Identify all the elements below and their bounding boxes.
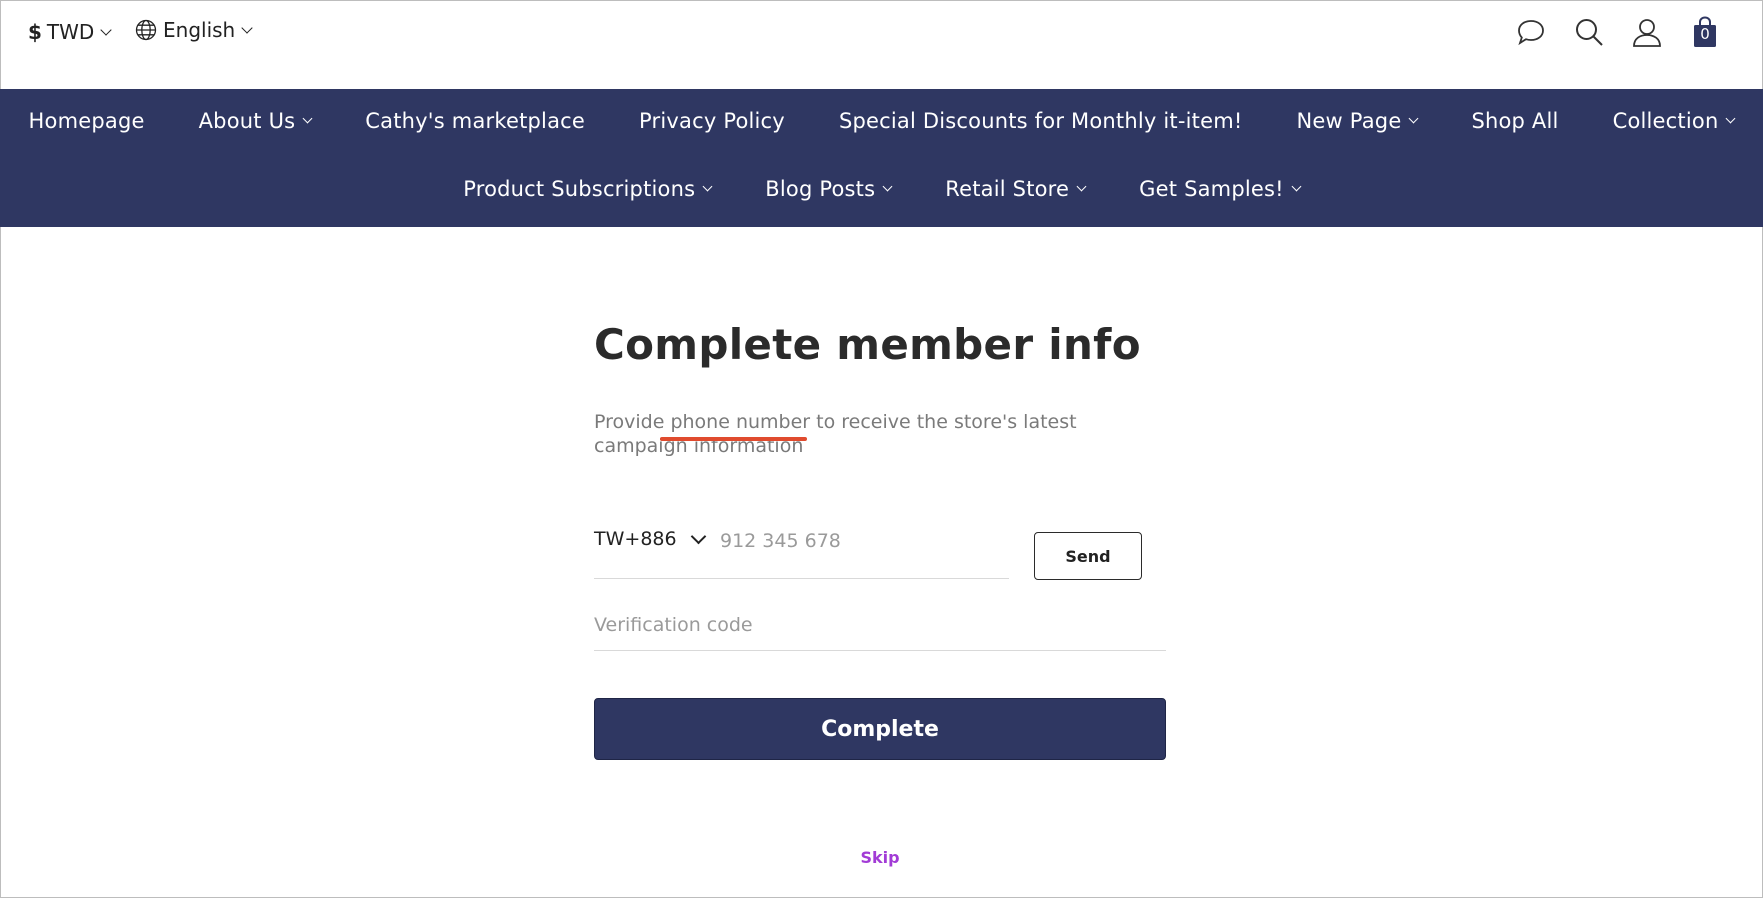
nav-item-label: Special Discounts for Monthly it-item!	[838, 109, 1243, 133]
nav-item-collection[interactable]: Collection	[1612, 109, 1736, 133]
cart-count-badge: 0	[1700, 25, 1710, 43]
nav-item-label: Blog Posts	[765, 177, 876, 201]
chat-icon[interactable]	[1513, 14, 1549, 50]
nav-item-privacy-policy[interactable]: Privacy Policy	[639, 109, 785, 133]
nav-item-label: Get Samples!	[1139, 177, 1284, 201]
search-icon[interactable]	[1571, 14, 1607, 50]
chevron-down-icon	[882, 181, 893, 192]
chevron-down-icon	[241, 21, 253, 34]
chevron-down-icon	[690, 528, 706, 545]
chevron-down-icon	[1726, 113, 1736, 124]
country-code-label: TW+886	[594, 528, 677, 550]
currency-symbol: $	[28, 20, 42, 44]
nav-item-label: Privacy Policy	[639, 109, 785, 133]
page-title: Complete member info	[594, 320, 1141, 369]
nav-item-label: New Page	[1296, 109, 1402, 133]
chevron-down-icon	[1408, 113, 1419, 124]
nav-item-special-discounts[interactable]: Special Discounts for Monthly it-item!	[839, 109, 1243, 133]
nav-item-cathys-marketplace[interactable]: Cathy's marketplace	[365, 109, 585, 133]
nav-item-retail-store[interactable]: Retail Store	[945, 177, 1087, 201]
country-code-selector[interactable]: TW+886	[594, 528, 706, 550]
nav-item-label: Collection	[1612, 109, 1719, 133]
annotation-underline	[660, 437, 807, 441]
skip-link[interactable]: Skip	[594, 848, 1166, 867]
globe-icon	[135, 19, 157, 41]
currency-selector[interactable]: $ TWD	[28, 20, 112, 44]
send-code-button[interactable]: Send	[1034, 532, 1142, 580]
complete-button[interactable]: Complete	[594, 698, 1166, 760]
language-selector[interactable]: English	[135, 18, 253, 42]
language-label: English	[163, 18, 236, 42]
member-info-form: Complete member info Provide phone numbe…	[594, 320, 1166, 867]
user-icon[interactable]	[1629, 14, 1665, 50]
nav-row-2: Product Subscriptions Blog Posts Retail …	[0, 177, 1763, 201]
phone-row: TW+886 Send	[594, 510, 1166, 580]
phone-input-underline	[594, 578, 1009, 579]
nav-item-get-samples[interactable]: Get Samples!	[1139, 177, 1302, 201]
chevron-down-icon	[1291, 181, 1302, 192]
chevron-down-icon	[302, 113, 313, 124]
nav-item-new-page[interactable]: New Page	[1296, 109, 1419, 133]
verification-code-input[interactable]	[594, 600, 1166, 651]
nav-item-shop-all[interactable]: Shop All	[1471, 109, 1558, 133]
nav-row-1: Homepage About Us Cathy's marketplace Pr…	[0, 109, 1763, 133]
header-icons: 0	[1491, 14, 1723, 50]
currency-label: TWD	[46, 20, 95, 44]
nav-item-label: Homepage	[28, 109, 145, 133]
chevron-down-icon	[100, 23, 112, 36]
main-navigation: Homepage About Us Cathy's marketplace Pr…	[0, 89, 1763, 227]
chevron-down-icon	[1076, 181, 1087, 192]
nav-item-label: Shop All	[1471, 109, 1559, 133]
nav-item-label: Retail Store	[945, 177, 1070, 201]
phone-number-input[interactable]	[718, 522, 1002, 560]
nav-item-blog-posts[interactable]: Blog Posts	[765, 177, 893, 201]
form-description: Provide phone number to receive the stor…	[594, 411, 1077, 457]
nav-item-label: Product Subscriptions	[463, 177, 696, 201]
nav-item-homepage[interactable]: Homepage	[29, 109, 145, 133]
nav-item-label: Cathy's marketplace	[365, 109, 586, 133]
chevron-down-icon	[702, 181, 713, 192]
nav-item-label: About Us	[198, 109, 296, 133]
nav-item-product-subscriptions[interactable]: Product Subscriptions	[463, 177, 713, 201]
nav-item-about-us[interactable]: About Us	[198, 109, 313, 133]
cart-button[interactable]: 0	[1687, 14, 1723, 50]
top-utility-bar: $ TWD English 0	[0, 0, 1763, 89]
